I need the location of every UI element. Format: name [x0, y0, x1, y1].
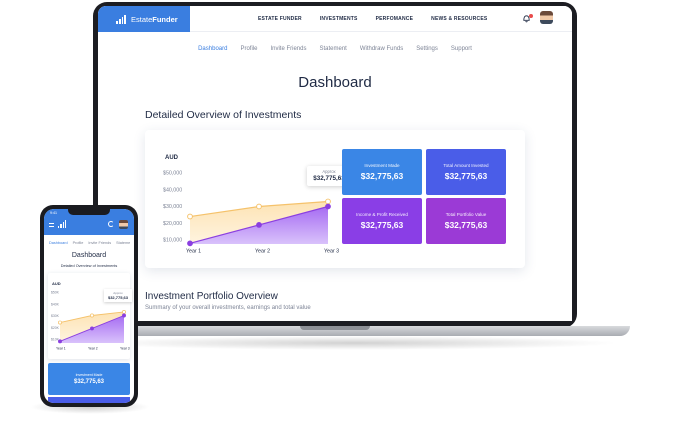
menu-icon[interactable]	[49, 223, 54, 227]
logo-icon	[58, 220, 66, 228]
data-point	[325, 203, 331, 210]
top-bar: Estate Funder ESTATE FUNDER INVESTMENTS P…	[98, 6, 572, 32]
tab-profile[interactable]: Profile	[73, 241, 84, 245]
data-point	[256, 222, 262, 228]
nav-estate-funder[interactable]: ESTATE FUNDER	[258, 16, 302, 22]
phone-notch	[68, 209, 110, 215]
x-tick-label: Year 3	[324, 248, 339, 254]
brand-prefix: Estate	[131, 14, 153, 24]
tab-dashboard[interactable]: Dashboard	[49, 241, 68, 245]
tile-label: Total Portfolio Value	[445, 212, 487, 217]
brand-logo[interactable]: Estate Funder	[98, 6, 190, 32]
investment-chart: AUD $10,000 $20,000 $30,000 $40,000 $50,000 Y…	[163, 155, 339, 254]
avatar[interactable]	[540, 11, 553, 24]
laptop-shadow	[90, 336, 620, 350]
tab-statement[interactable]: Stateme	[116, 241, 130, 245]
notification-dot	[529, 14, 533, 18]
y-tick-label: $50K	[51, 291, 60, 295]
data-point	[58, 320, 62, 325]
chart-currency: AUD	[165, 155, 179, 161]
tile-value: $32,775,63	[360, 171, 404, 181]
tile-value: $32,775,63	[73, 379, 105, 385]
tooltip-value: $32,775,63	[107, 295, 129, 300]
tab-invite-friends[interactable]: Invite Friends	[88, 241, 111, 245]
data-point	[58, 339, 62, 344]
portfolio-subtitle: Summary of your overall investments, ear…	[145, 305, 311, 311]
tab-withdraw-funds[interactable]: Withdraw Funds	[360, 46, 403, 52]
y-tick-label: $40K	[51, 302, 60, 306]
tile-investment-made[interactable]: Investment Made $32,775,63	[342, 149, 422, 195]
phone-tabs: Dashboard Profile Invite Friends Stateme	[49, 241, 130, 245]
tab-profile[interactable]: Profile	[240, 46, 257, 52]
data-point	[122, 310, 126, 314]
phone-tile-investment-made[interactable]: Investment Made $32,775,63	[48, 363, 130, 395]
phone-chart-card: AUD $10K $20K $30K $40K $50K Year 1 Year 2 Year…	[48, 273, 132, 359]
x-tick-label: Year 1	[186, 248, 201, 254]
y-tick-label: $40,000	[163, 187, 182, 193]
y-tick-label: $30K	[51, 314, 60, 318]
nav-investments[interactable]: INVESTMENTS	[320, 16, 358, 22]
x-tick-label: Year 2	[255, 248, 270, 254]
refresh-icon[interactable]	[108, 221, 114, 227]
x-tick-label: Year 3	[120, 346, 130, 350]
laptop-screen: Estate Funder ESTATE FUNDER INVESTMENTS P…	[98, 6, 572, 321]
tile-label: Income & Profit Received	[356, 212, 408, 217]
y-tick-label: $30,000	[163, 204, 182, 210]
tile-value: $32,775,63	[444, 220, 488, 230]
tab-settings[interactable]: Settings	[416, 46, 438, 52]
tile-label: Total Amount Invested	[443, 163, 489, 168]
y-tick-label: $20K	[51, 326, 60, 330]
tile-income-profit[interactable]: Income & Profit Received $32,775,63	[342, 198, 422, 244]
top-nav: ESTATE FUNDER INVESTMENTS PERFOMANCE NEW…	[258, 6, 487, 32]
status-time: 9:41	[50, 211, 57, 215]
data-point	[90, 313, 94, 318]
page-title: Dashboard	[298, 74, 372, 91]
tab-invite-friends[interactable]: Invite Friends	[270, 46, 306, 52]
x-tick-label: Year 1	[56, 346, 66, 350]
portfolio-title: Investment Portfolio Overview	[145, 291, 278, 302]
phone-overview-title: Detailed Overview of Investments	[60, 264, 118, 268]
data-point	[122, 313, 126, 318]
tile-portfolio-value[interactable]: Total Portfolio Value $32,775,63	[426, 198, 506, 244]
brand-bold: Funder	[152, 14, 178, 24]
y-tick-label: $50,000	[163, 171, 182, 177]
tile-value: $32,775,63	[444, 171, 488, 181]
sub-nav: Dashboard Profile Invite Friends Stateme…	[98, 46, 572, 52]
tile-value: $32,775,63	[360, 220, 404, 230]
tab-statement[interactable]: Statement	[319, 46, 346, 52]
phone-investment-chart: AUD $10K$20K$30K$40K$50KYear 1 Year 2 Year…	[51, 281, 130, 350]
y-tick-label: $10,000	[163, 238, 182, 244]
avatar[interactable]	[119, 220, 128, 229]
tab-support[interactable]: Support	[451, 46, 472, 52]
logo-icon	[116, 14, 126, 24]
phone-tile-next	[48, 397, 130, 403]
phone-screen: 9:41 Dashboard Profile Invite Friends St…	[44, 209, 134, 403]
phone-chart-currency: AUD	[52, 281, 61, 286]
tile-total-invested[interactable]: Total Amount Invested $32,775,63	[426, 149, 506, 195]
data-point	[90, 326, 94, 331]
y-tick-label: $20,000	[163, 221, 182, 227]
data-point	[187, 240, 193, 247]
overview-card: AUD $10,000 $20,000 $30,000 $40,000 $50,000 Y…	[145, 130, 525, 268]
tile-label: Investment Made	[364, 163, 400, 168]
data-point	[325, 198, 331, 205]
phone-page-title: Dashboard	[71, 252, 107, 259]
laptop-notch	[300, 326, 370, 330]
phone-chart-tooltip: Approx $32,775,63	[104, 289, 132, 302]
tab-dashboard[interactable]: Dashboard	[198, 46, 227, 52]
nav-performance[interactable]: PERFOMANCE	[376, 16, 414, 22]
data-point	[187, 213, 193, 220]
tile-label: Investment Made	[75, 373, 103, 377]
x-tick-label: Year 2	[88, 346, 98, 350]
data-point	[256, 203, 262, 210]
nav-news-resources[interactable]: NEWS & RESOURCES	[431, 16, 487, 22]
overview-title: Detailed Overview of Investments	[145, 109, 302, 121]
